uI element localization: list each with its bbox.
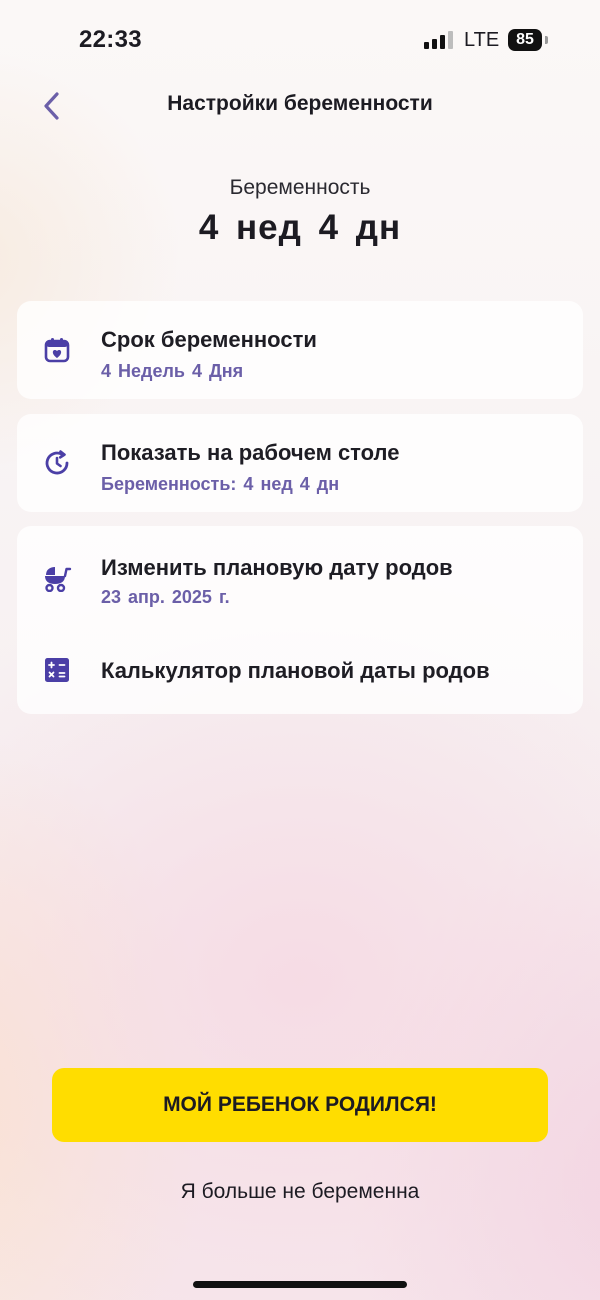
page-title: Настройки беременности [167,92,433,115]
signal-icon [424,31,453,49]
term-title: Срок беременности [101,327,317,352]
due-date-value: 23 апр. 2025 г. [101,587,230,607]
battery-level: 85 [516,31,534,48]
network-type: LTE [464,29,500,51]
desktop-widget-row[interactable]: Показать на рабочем столе Беременность: … [17,414,583,512]
calculator-title: Калькулятор плановой даты родов [101,658,490,683]
desktop-card: Показать на рабочем столе Беременность: … [17,414,583,512]
desktop-widget-value: Беременность: 4 нед 4 дн [101,474,340,494]
calendar-heart-icon [41,334,73,366]
pregnancy-duration: 4 нед 4 дн [198,208,402,247]
clock-refresh-icon [41,447,73,479]
desktop-widget-title: Показать на рабочем столе [101,440,400,465]
pregnancy-label: Беременность [229,176,371,199]
battery-cap [545,36,548,44]
due-date-title: Изменить плановую дату родов [101,555,453,580]
baby-born-button[interactable]: МОЙ РЕБЕНОК РОДИЛСЯ! [52,1068,548,1142]
term-row[interactable]: Срок беременности 4 Недель 4 Дня [17,301,583,399]
term-value: 4 Недель 4 Дня [101,361,244,381]
not-pregnant-link[interactable]: Я больше не беременна [0,1180,600,1204]
term-card: Срок беременности 4 Недель 4 Дня [17,301,583,399]
status-bar: 22:33 LTE 85 [0,0,600,82]
due-date-card: Изменить плановую дату родов 23 апр. 202… [17,526,583,714]
home-indicator[interactable] [193,1281,407,1288]
calculator-icon [41,654,73,686]
battery-icon: 85 [508,29,542,51]
status-time: 22:33 [79,26,142,53]
stroller-icon [41,562,73,594]
due-date-row[interactable]: Изменить плановую дату родов 23 апр. 202… [17,526,583,626]
due-date-calculator-row[interactable]: Калькулятор плановой даты родов [17,630,583,714]
